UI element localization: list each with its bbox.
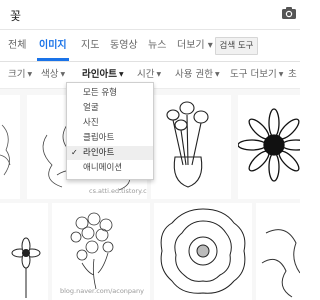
dropdown-option-line-art-label: 라인아트 xyxy=(83,148,115,158)
image-result[interactable] xyxy=(151,95,231,199)
chevron-down-icon: ▼ xyxy=(60,71,66,78)
dropdown-option-photo[interactable]: 사진 xyxy=(67,116,153,130)
line-art-flower-image xyxy=(0,124,11,176)
filter-color-label: 색상 xyxy=(41,69,59,80)
filter-type-label: 라인아트 xyxy=(82,69,117,80)
tab-all[interactable]: 전체 xyxy=(8,30,26,61)
line-art-flower-image: blog.naver.com/aconpany xyxy=(60,212,144,295)
tab-images[interactable]: 이미지 xyxy=(37,30,69,61)
filter-usage-rights[interactable]: 사용 권한 ▼ xyxy=(175,62,220,88)
image-result[interactable] xyxy=(256,203,300,300)
search-bar[interactable]: 꽃 xyxy=(0,0,300,30)
chevron-down-icon: ▼ xyxy=(27,71,33,78)
checkmark-icon: ✓ xyxy=(71,148,78,157)
image-result[interactable]: blog.naver.com/aconpany xyxy=(52,203,150,300)
filter-more-tools-label: 도구 더보기 xyxy=(230,69,277,80)
image-watermark: blog.naver.com/aconpany xyxy=(60,287,144,295)
search-tools-button[interactable]: 검색 도구 xyxy=(215,37,258,55)
image-watermark: cs.atti.ed.tistory.com xyxy=(89,187,147,195)
dropdown-option-clipart[interactable]: 클립아트 xyxy=(67,131,153,145)
filter-reset[interactable]: 초 xyxy=(288,62,297,88)
filter-usage-rights-label: 사용 권한 xyxy=(175,69,213,80)
line-art-flower-image xyxy=(166,101,209,188)
dropdown-option-any-type[interactable]: 모든 유형 xyxy=(67,86,153,100)
line-art-flower-image xyxy=(261,229,300,298)
tab-videos[interactable]: 동영상 xyxy=(110,30,138,61)
search-input[interactable]: 꽃 xyxy=(10,7,21,24)
image-result[interactable] xyxy=(238,95,300,199)
line-art-flower-image xyxy=(160,208,246,294)
dropdown-option-animated[interactable]: 애니메이션 xyxy=(67,161,153,175)
filter-size[interactable]: 크기 ▼ xyxy=(8,62,32,88)
line-art-flower-image xyxy=(238,108,300,182)
tab-maps[interactable]: 지도 xyxy=(81,30,99,61)
chevron-down-icon: ▼ xyxy=(278,71,284,78)
tab-news[interactable]: 뉴스 xyxy=(148,30,166,61)
dropdown-option-line-art[interactable]: ✓ 라인아트 xyxy=(67,146,153,160)
image-result[interactable] xyxy=(0,95,20,199)
chevron-down-icon: ▼ xyxy=(214,71,220,78)
filter-more-tools[interactable]: 도구 더보기 ▼ xyxy=(230,62,283,88)
image-result[interactable] xyxy=(154,203,252,300)
chevron-down-icon: ▼ xyxy=(156,71,162,78)
chevron-down-icon: ▼ xyxy=(118,71,124,78)
dropdown-option-face[interactable]: 얼굴 xyxy=(67,101,153,115)
filter-color[interactable]: 색상 ▼ xyxy=(41,62,65,88)
filter-size-label: 크기 xyxy=(8,69,26,80)
search-tabs: 전체 이미지 지도 동영상 뉴스 더보기 ▾ 검색 도구 xyxy=(0,30,300,62)
tab-more[interactable]: 더보기 ▾ xyxy=(177,30,213,61)
line-art-flower-image xyxy=(11,237,41,298)
type-dropdown-menu: 모든 유형 얼굴 사진 클립아트 ✓ 라인아트 애니메이션 xyxy=(66,82,154,180)
image-result[interactable] xyxy=(0,203,48,300)
filter-time-label: 시간 xyxy=(137,69,155,80)
camera-icon[interactable] xyxy=(281,5,297,21)
